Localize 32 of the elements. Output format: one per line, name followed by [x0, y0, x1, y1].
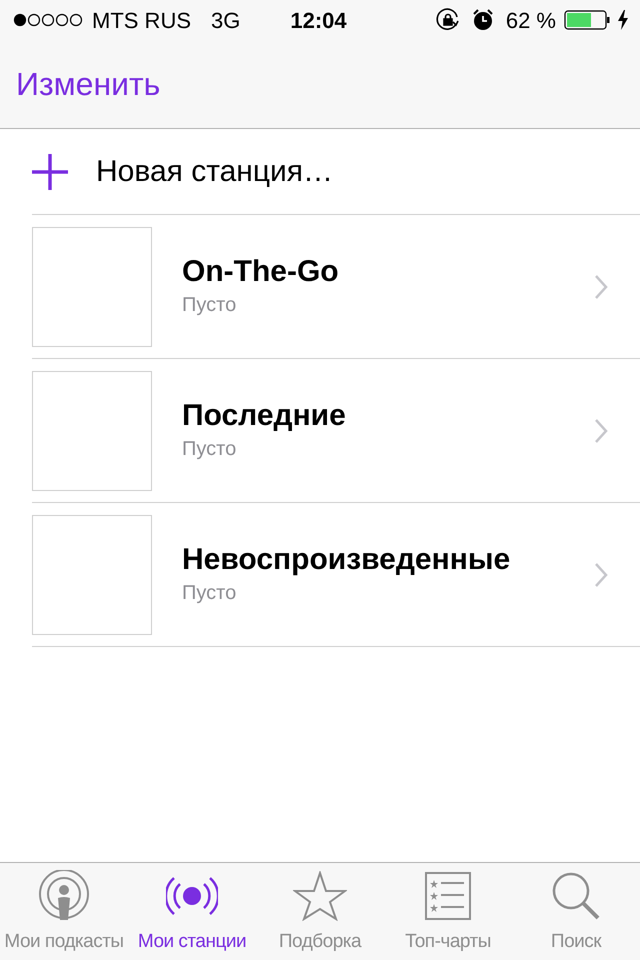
station-subtitle: Пусто [182, 437, 238, 462]
chevron-icon [594, 274, 608, 300]
alarm-icon [472, 9, 494, 31]
clock-time: 12:04 [290, 6, 347, 34]
network-type: 3G [211, 6, 240, 34]
chevron-icon [594, 562, 608, 588]
station-title: Невоспроизведенные [182, 542, 512, 578]
station-row[interactable]: Последние Пусто [32, 359, 640, 503]
charging-icon [618, 10, 628, 30]
station-row[interactable]: Невоспроизведенные Пусто [32, 503, 640, 647]
list-icon [425, 872, 471, 920]
search-icon [551, 870, 601, 920]
star-icon [293, 870, 347, 920]
tab-button[interactable]: Поиск [512, 863, 640, 960]
station-row[interactable]: On-The-Go Пусто [32, 215, 640, 359]
station-title: Последние [182, 398, 347, 434]
new-station-button[interactable]: Новая станция… [32, 129, 640, 215]
station-subtitle: Пусто [182, 581, 238, 606]
station-subtitle: Пусто [182, 293, 238, 318]
battery-percent: 62 % [506, 6, 556, 34]
tab-button[interactable]: Подборка [256, 863, 384, 960]
tab-button[interactable]: Мои станции [128, 863, 256, 960]
edit-button[interactable]: Изменить [16, 60, 160, 108]
tab-button[interactable]: Топ-чарты [384, 863, 512, 960]
tab-button[interactable]: Мои подкасты [0, 863, 128, 960]
plus-icon [32, 154, 68, 190]
rotation-lock-icon [436, 8, 460, 32]
carrier-name: MTS RUS [92, 6, 191, 34]
chevron-icon [594, 418, 608, 444]
station-title: On-The-Go [182, 254, 340, 290]
podcast-icon [38, 870, 90, 922]
battery-icon [564, 10, 610, 30]
